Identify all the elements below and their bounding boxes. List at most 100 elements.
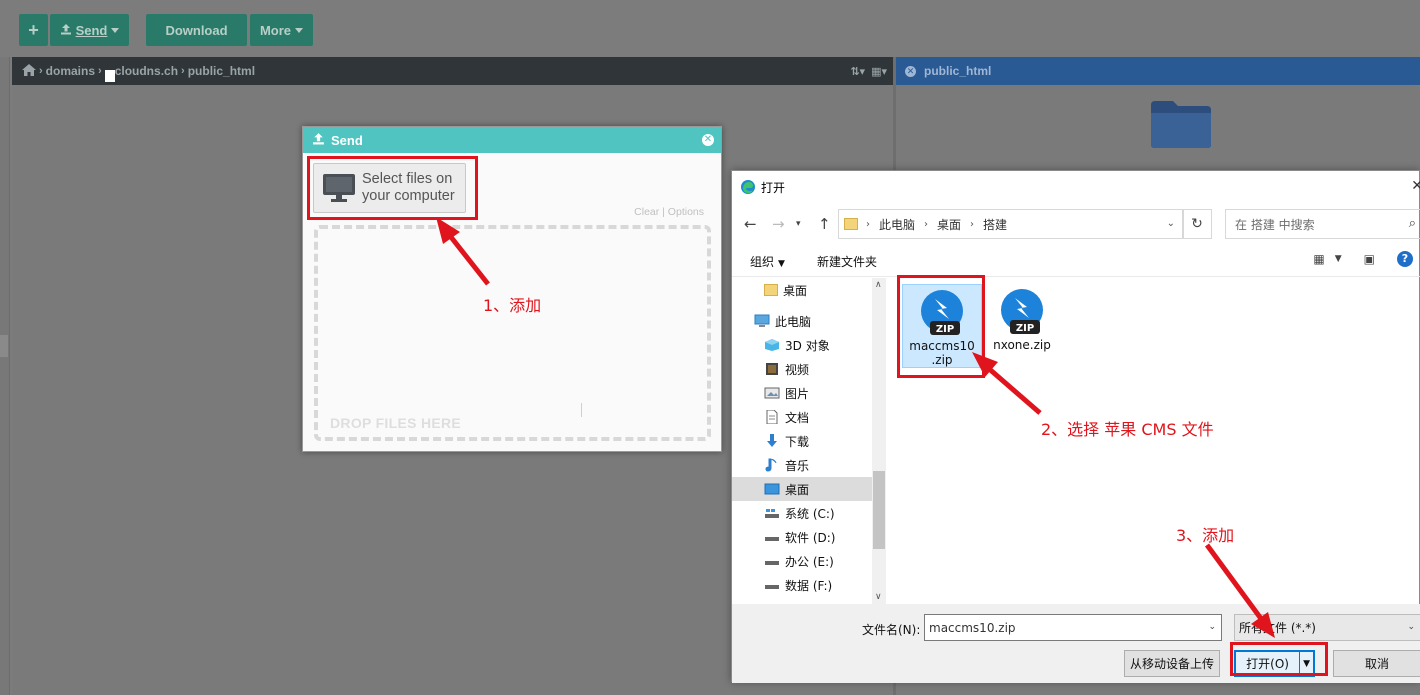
organize-menu[interactable]: 组织 ▼ bbox=[750, 253, 785, 270]
drop-zone[interactable]: DROP FILES HERE bbox=[314, 225, 711, 441]
view-options-icon[interactable]: ▦ bbox=[1313, 252, 1324, 266]
close-icon[interactable]: ✕ bbox=[702, 134, 714, 146]
cancel-button[interactable]: 取消 bbox=[1333, 650, 1420, 677]
drive-icon bbox=[765, 561, 779, 565]
chevron-right-icon: › bbox=[866, 218, 870, 230]
clear-options-links[interactable]: Clear | Options bbox=[634, 206, 704, 218]
search-icon: ⌕ bbox=[1408, 216, 1416, 231]
path-segment-desktop[interactable]: 桌面 bbox=[937, 216, 961, 233]
pictures-icon bbox=[764, 387, 780, 399]
nav-item-label: 视频 bbox=[785, 362, 810, 377]
help-icon[interactable]: ? bbox=[1397, 251, 1413, 267]
preview-pane-icon[interactable]: ▣ bbox=[1364, 252, 1375, 266]
search-placeholder: 在 搭建 中搜索 bbox=[1235, 217, 1315, 232]
add-button-label: + bbox=[28, 19, 39, 40]
right-panel-header: ✕ public_html bbox=[896, 57, 1420, 85]
open-dialog-titlebar: 打开 bbox=[732, 171, 1419, 203]
annotation-step1: 1、添加 bbox=[483, 296, 542, 315]
top-toolbar: + Send Download More bbox=[0, 0, 1420, 57]
breadcrumb-separator-icon: › bbox=[39, 65, 43, 77]
nav-item-videos[interactable]: 视频 bbox=[732, 357, 872, 381]
nav-item-label: 系统 (C:) bbox=[785, 506, 835, 521]
nav-item-documents[interactable]: 文档 bbox=[732, 405, 872, 429]
chevron-right-icon: › bbox=[970, 218, 975, 230]
download-button-label: Download bbox=[165, 22, 228, 38]
nav-item-3d-objects[interactable]: 3D 对象 bbox=[732, 333, 872, 357]
nav-item-drive-e[interactable]: 办公 (E:) bbox=[732, 549, 872, 573]
chevron-down-icon[interactable]: ⌄ bbox=[1167, 218, 1175, 229]
nav-item-this-pc[interactable]: 此电脑 bbox=[732, 309, 872, 333]
documents-icon bbox=[766, 410, 778, 424]
file-name-line1: nxone.zip bbox=[993, 338, 1051, 352]
upload-from-mobile-button[interactable]: 从移动设备上传 bbox=[1124, 650, 1220, 677]
new-folder-button[interactable]: 新建文件夹 bbox=[817, 253, 877, 270]
send-button[interactable]: Send bbox=[50, 14, 129, 46]
download-button[interactable]: Download bbox=[146, 14, 247, 46]
chevron-down-icon: ⌄ bbox=[1407, 622, 1415, 632]
recent-dropdown-icon[interactable]: ▾ bbox=[796, 219, 801, 229]
chevron-down-icon[interactable]: ▼ bbox=[1335, 254, 1342, 264]
highlight-box-step2 bbox=[897, 275, 985, 378]
nav-item-downloads[interactable]: 下载 bbox=[732, 429, 872, 453]
send-dialog-titlebar: Send bbox=[303, 127, 721, 153]
file-type-select[interactable]: 所有文件 (*.*) ⌄ bbox=[1234, 614, 1420, 641]
upload-icon bbox=[312, 132, 325, 148]
annotation-step3: 3、添加 bbox=[1176, 526, 1235, 545]
folder-icon[interactable] bbox=[1149, 99, 1213, 149]
breadcrumb-item-domains[interactable]: domains bbox=[46, 64, 95, 78]
nav-item-drive-f[interactable]: 数据 (F:) bbox=[732, 573, 872, 597]
nav-item-desktop-quick[interactable]: 桌面 bbox=[732, 278, 872, 302]
up-arrow-icon[interactable]: ↑ bbox=[818, 215, 831, 233]
upload-icon bbox=[60, 23, 72, 38]
more-button[interactable]: More bbox=[250, 14, 313, 46]
path-segment-build[interactable]: 搭建 bbox=[983, 216, 1007, 233]
back-arrow-icon[interactable]: ← bbox=[744, 215, 757, 233]
file-item-nxone[interactable]: ZIP nxone.zip bbox=[982, 284, 1062, 368]
folder-icon bbox=[844, 218, 858, 230]
breadcrumb-item-domain[interactable]: cloudns.ch bbox=[115, 64, 178, 78]
highlight-box-step1 bbox=[307, 156, 478, 220]
chevron-right-icon: › bbox=[924, 218, 929, 230]
refresh-button[interactable]: ↻ bbox=[1182, 209, 1212, 239]
nav-item-drive-c[interactable]: 系统 (C:) bbox=[732, 501, 872, 525]
close-icon[interactable]: ✕ bbox=[1411, 178, 1420, 194]
redacted-mark bbox=[104, 70, 115, 82]
refresh-icon: ↻ bbox=[1191, 216, 1203, 232]
nav-item-label: 办公 (E:) bbox=[785, 554, 834, 569]
nav-item-label: 桌面 bbox=[783, 283, 808, 298]
nav-item-desktop[interactable]: 桌面 bbox=[732, 477, 872, 501]
download-icon bbox=[767, 434, 777, 447]
breadcrumb-controls: ⇅▾ ▦▾ bbox=[850, 65, 887, 78]
nav-pane-scrollbar[interactable]: ∧ ∨ bbox=[872, 278, 886, 604]
file-type-value: 所有文件 (*.*) bbox=[1239, 621, 1316, 635]
nav-item-label: 数据 (F:) bbox=[785, 578, 833, 593]
chevron-down-icon[interactable]: ∨ bbox=[875, 592, 882, 602]
forward-arrow-icon[interactable]: → bbox=[772, 215, 785, 233]
nav-item-label: 图片 bbox=[785, 386, 810, 401]
command-bar: 组织 ▼ 新建文件夹 ▦ ▼ ▣ ? bbox=[732, 243, 1420, 277]
close-panel-icon[interactable]: ✕ bbox=[905, 65, 916, 77]
desktop-icon bbox=[764, 483, 780, 495]
view-mode-icon[interactable]: ▦▾ bbox=[871, 65, 887, 78]
sort-icon[interactable]: ⇅▾ bbox=[850, 65, 865, 78]
filename-value: maccms10.zip bbox=[929, 620, 1016, 635]
nav-item-pictures[interactable]: 图片 bbox=[732, 381, 872, 405]
left-panel-toggle[interactable] bbox=[0, 335, 8, 357]
filename-input[interactable]: maccms10.zip ⌄ bbox=[924, 614, 1222, 641]
path-segment-this-pc[interactable]: 此电脑 bbox=[879, 216, 915, 233]
address-bar[interactable]: › 此电脑 › 桌面 › 搭建 ⌄ bbox=[838, 209, 1184, 239]
search-input[interactable]: 在 搭建 中搜索 ⌕ bbox=[1225, 209, 1420, 239]
chevron-down-icon: ▼ bbox=[778, 259, 785, 269]
add-button[interactable]: + bbox=[19, 14, 48, 46]
chevron-down-icon[interactable]: ⌄ bbox=[1208, 622, 1216, 632]
nav-item-drive-d[interactable]: 软件 (D:) bbox=[732, 525, 872, 549]
nav-item-music[interactable]: 音乐 bbox=[732, 453, 872, 477]
scrollbar-thumb[interactable] bbox=[873, 471, 885, 549]
home-icon[interactable] bbox=[22, 63, 36, 79]
right-panel-title: public_html bbox=[924, 64, 992, 78]
breadcrumb-item-public-html[interactable]: public_html bbox=[188, 64, 255, 78]
zip-file-icon: ZIP bbox=[1001, 289, 1043, 334]
computer-icon bbox=[754, 314, 770, 327]
open-dialog-title: 打开 bbox=[761, 180, 786, 195]
chevron-up-icon[interactable]: ∧ bbox=[875, 280, 882, 290]
